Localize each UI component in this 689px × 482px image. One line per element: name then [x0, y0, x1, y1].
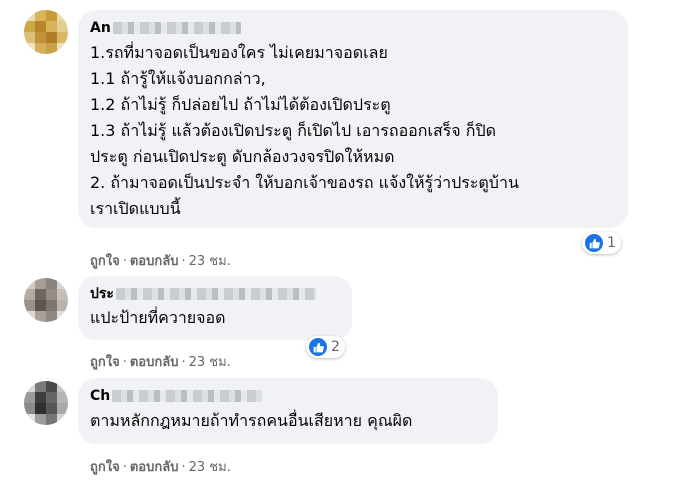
- comment-actions: ถูกใจ · ตอบกลับ · 23 ชม.: [90, 254, 231, 269]
- comment-bubble: Ch ตามหลักกฎหมายถ้าทำรถคนอื่นเสียหาย คุณ…: [78, 378, 498, 444]
- avatar[interactable]: [24, 381, 68, 425]
- comment-author[interactable]: An: [90, 19, 614, 37]
- timestamp[interactable]: 23 ชม.: [189, 254, 231, 269]
- comment-bubble: ประ แปะป้ายที่ควายจอด: [78, 276, 352, 340]
- timestamp[interactable]: 23 ชม.: [189, 460, 231, 475]
- like-icon: [309, 338, 327, 356]
- comment-text: แปะป้ายที่ควายจอด: [90, 308, 226, 327]
- redacted-name: [115, 288, 316, 300]
- avatar[interactable]: [24, 10, 68, 54]
- reaction-count: 1: [607, 235, 616, 251]
- timestamp[interactable]: 23 ชม.: [189, 355, 231, 370]
- comment-actions: ถูกใจ · ตอบกลับ · 23 ชม.: [90, 460, 231, 475]
- comment-actions: ถูกใจ · ตอบกลับ · 23 ชม.: [90, 355, 231, 370]
- reaction-summary[interactable]: 2: [306, 336, 345, 358]
- comment-bubble: An 1.รถที่มาจอดเป็นของใคร ไม่เคยมาจอดเลย…: [78, 10, 628, 228]
- reaction-summary[interactable]: 1: [582, 232, 621, 254]
- comment-author[interactable]: Ch: [90, 387, 484, 405]
- comment-author[interactable]: ประ: [90, 285, 338, 303]
- reaction-count: 2: [331, 339, 340, 355]
- redacted-name: [112, 22, 241, 34]
- avatar[interactable]: [24, 278, 68, 322]
- redacted-name: [112, 390, 263, 402]
- comment-text: ตามหลักกฎหมายถ้าทำรถคนอื่นเสียหาย คุณผิด: [90, 411, 413, 430]
- like-button[interactable]: ถูกใจ: [90, 355, 120, 370]
- reply-button[interactable]: ตอบกลับ: [130, 254, 179, 269]
- comment-text: 1.รถที่มาจอดเป็นของใคร ไม่เคยมาจอดเลย 1.…: [90, 43, 519, 218]
- like-icon: [585, 234, 603, 252]
- like-button[interactable]: ถูกใจ: [90, 460, 120, 475]
- like-button[interactable]: ถูกใจ: [90, 254, 120, 269]
- reply-button[interactable]: ตอบกลับ: [130, 355, 179, 370]
- reply-button[interactable]: ตอบกลับ: [130, 460, 179, 475]
